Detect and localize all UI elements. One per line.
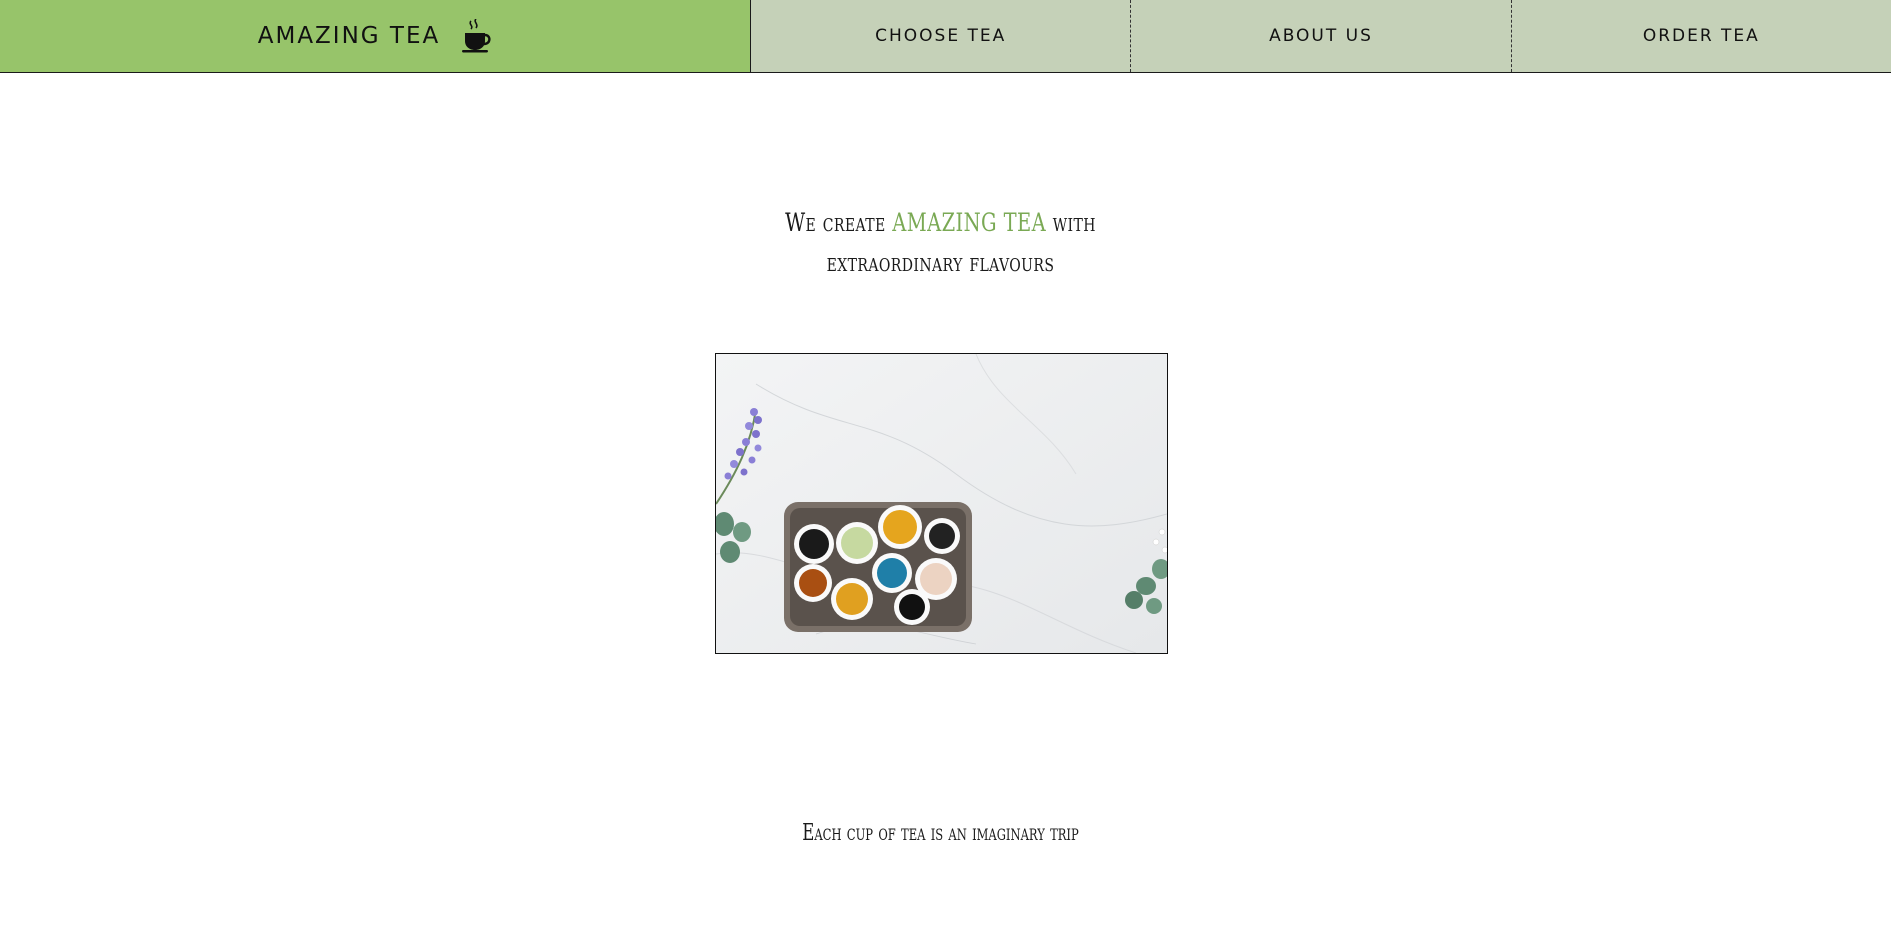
section-subline: Each cup of tea is an imaginary trip bbox=[802, 820, 1079, 846]
tagline-prefix: We create bbox=[785, 208, 886, 237]
hero-tea-tray-image bbox=[715, 353, 1168, 654]
tagline-accent: AMAZING TEA bbox=[892, 208, 1047, 237]
hero-tagline: We create AMAZING TEA with extraordinary… bbox=[207, 203, 1674, 283]
nav-about-us[interactable]: ABOUT US bbox=[1130, 0, 1510, 72]
main-nav: CHOOSE TEA ABOUT US ORDER TEA bbox=[751, 0, 1891, 72]
tagline-line2: extraordinary flavours bbox=[826, 248, 1055, 277]
tea-cup-icon bbox=[462, 19, 492, 53]
site-header: AMAZING TEA CHOOSE TEA ABOUT US ORDER TE… bbox=[0, 0, 1891, 73]
brand[interactable]: AMAZING TEA bbox=[0, 0, 751, 72]
nav-choose-tea[interactable]: CHOOSE TEA bbox=[751, 0, 1130, 72]
nav-order-tea[interactable]: ORDER TEA bbox=[1510, 0, 1891, 72]
brand-title: AMAZING TEA bbox=[257, 23, 441, 49]
tagline-suffix: with bbox=[1052, 208, 1096, 237]
